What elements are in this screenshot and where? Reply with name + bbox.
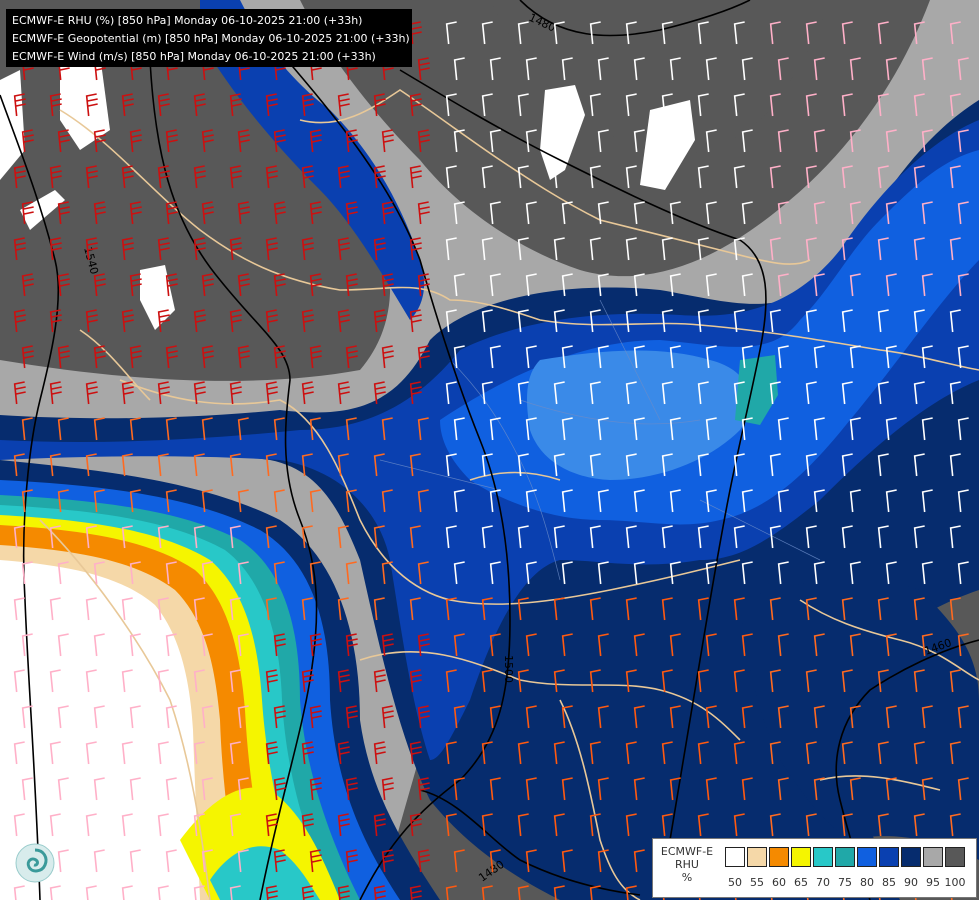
legend-swatch <box>791 847 811 867</box>
ecmwf-swirl-icon <box>14 842 56 884</box>
map-canvas: 1480 1540 1500 1460 1480 <box>0 0 979 900</box>
header-line-geopotential: ECMWF-E Geopotential (m) [850 hPa] Monda… <box>12 32 410 45</box>
legend-swatch <box>945 847 965 867</box>
legend-tick-label: 100 <box>944 876 966 889</box>
legend-tick-label: 50 <box>728 876 742 889</box>
legend-title-model: ECMWF-E <box>660 845 714 858</box>
weather-map: 1480 1540 1500 1460 1480 ECMWF-E RHU (%)… <box>0 0 979 900</box>
legend-swatch <box>769 847 789 867</box>
legend-swatch <box>813 847 833 867</box>
legend-tick-label: 60 <box>772 876 786 889</box>
legend-tick-label: 85 <box>882 876 896 889</box>
legend-swatch <box>835 847 855 867</box>
legend-title: ECMWF-E RHU % <box>657 845 717 884</box>
header-line-wind: ECMWF-E Wind (m/s) [850 hPa] Monday 06-1… <box>12 50 376 63</box>
legend-swatches <box>725 847 967 867</box>
legend-title-variable: RHU <box>675 858 699 871</box>
header-line-rhu: ECMWF-E RHU (%) [850 hPa] Monday 06-10-2… <box>12 14 363 27</box>
legend-tick-label: 80 <box>860 876 874 889</box>
legend-tick-label: 75 <box>838 876 852 889</box>
legend-ticks: 50 55 60 65 70 75 80 85 90 95 100 <box>725 876 975 890</box>
map-header: ECMWF-E RHU (%) [850 hPa] Monday 06-10-2… <box>6 9 412 67</box>
legend-swatch <box>879 847 899 867</box>
legend-swatch <box>725 847 745 867</box>
legend-tick-label: 95 <box>926 876 940 889</box>
legend-swatch <box>747 847 767 867</box>
legend-tick-label: 55 <box>750 876 764 889</box>
legend-swatch <box>901 847 921 867</box>
legend-swatch <box>923 847 943 867</box>
legend-tick-label: 65 <box>794 876 808 889</box>
legend-tick-label: 90 <box>904 876 918 889</box>
contour-label-1500: 1500 <box>502 655 515 683</box>
rhu-legend: ECMWF-E RHU % 50 55 60 65 70 75 80 85 90 95 100 <box>652 838 977 898</box>
legend-title-unit: % <box>681 871 693 884</box>
legend-swatch <box>857 847 877 867</box>
legend-tick-label: 70 <box>816 876 830 889</box>
